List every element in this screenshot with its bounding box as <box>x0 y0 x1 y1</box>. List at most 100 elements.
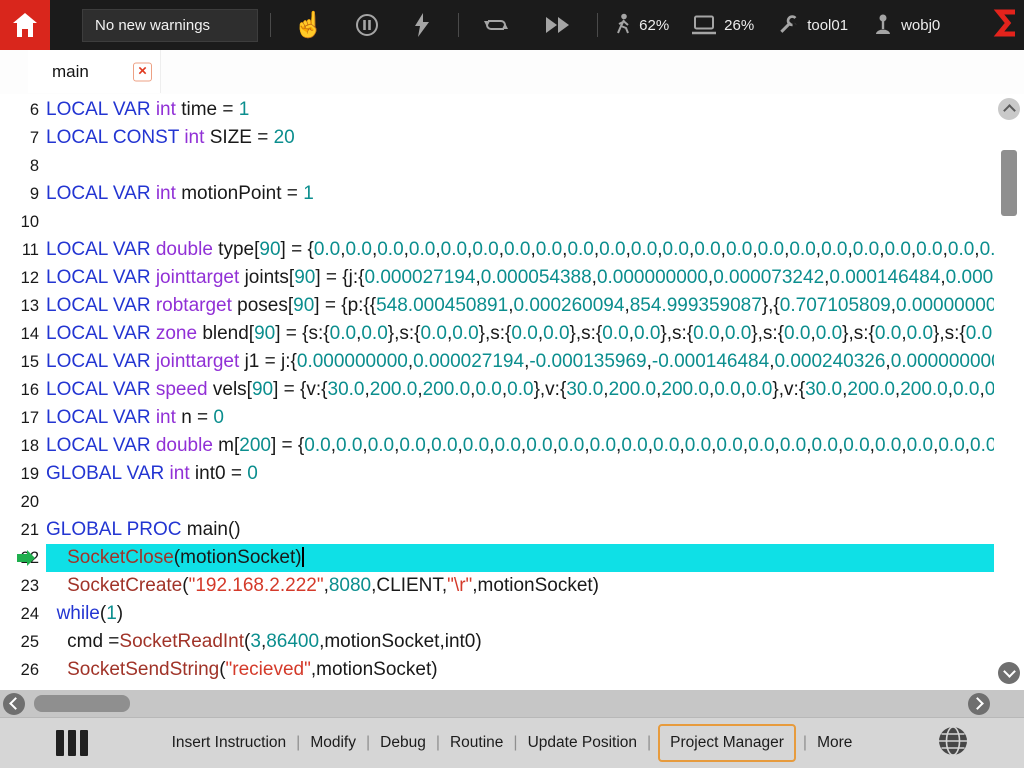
fast-forward-icon[interactable] <box>543 15 573 35</box>
chevron-left-icon <box>9 697 22 710</box>
execution-pointer-icon <box>17 554 27 562</box>
scroll-down-button[interactable] <box>998 662 1020 684</box>
separator <box>270 13 271 37</box>
line-number: 21 <box>0 516 46 544</box>
code-text: LOCAL VAR zone blend[90] = {s:{0.0,0.0},… <box>46 320 994 348</box>
code-line-25[interactable]: 25 cmd =SocketReadInt(3,86400,motionSock… <box>0 628 994 656</box>
code-line-21[interactable]: 21GLOBAL PROC main() <box>0 516 994 544</box>
code-text: GLOBAL PROC main() <box>46 516 994 544</box>
code-line-24[interactable]: 24 while(1) <box>0 600 994 628</box>
horizontal-scroll-thumb[interactable] <box>34 695 130 712</box>
line-number: 6 <box>0 96 46 124</box>
scroll-up-button[interactable] <box>998 98 1020 120</box>
code-editor[interactable]: 6LOCAL VAR int time = 17LOCAL CONST int … <box>0 94 1024 690</box>
line-number: 7 <box>0 124 46 152</box>
line-number: 19 <box>0 460 46 488</box>
brand-logo-icon <box>992 7 1020 44</box>
code-text: LOCAL VAR speed vels[90] = {v:{30.0,200.… <box>46 376 994 404</box>
code-line-8[interactable]: 8 <box>0 152 994 180</box>
line-number: 8 <box>0 152 46 180</box>
line-number: 25 <box>0 628 46 656</box>
line-number: 11 <box>0 236 46 264</box>
line-number: 23 <box>0 572 46 600</box>
code-text: SocketSendString("recieved",motionSocket… <box>46 656 994 684</box>
line-number: 17 <box>0 404 46 432</box>
menu-debug[interactable]: Debug <box>375 734 431 752</box>
code-area: 6LOCAL VAR int time = 17LOCAL CONST int … <box>0 96 994 690</box>
keyboard-icon[interactable] <box>56 730 88 756</box>
code-text <box>46 488 994 516</box>
tool-indicator[interactable]: tool01 <box>776 13 848 37</box>
tool-label: tool01 <box>807 17 848 34</box>
menu-routine[interactable]: Routine <box>445 734 508 752</box>
code-text: SocketClose(motionSocket) <box>46 544 994 572</box>
code-line-10[interactable]: 10 <box>0 208 994 236</box>
code-line-9[interactable]: 9LOCAL VAR int motionPoint = 1 <box>0 180 994 208</box>
wobj-label: wobj0 <box>901 17 940 34</box>
menu-insert-instruction[interactable]: Insert Instruction <box>167 734 292 752</box>
menu-more[interactable]: More <box>812 734 857 752</box>
vertical-scroll-thumb[interactable] <box>1001 150 1017 216</box>
code-text: LOCAL VAR double type[90] = {0.0,0.0,0.0… <box>46 236 994 264</box>
code-line-14[interactable]: 14LOCAL VAR zone blend[90] = {s:{0.0,0.0… <box>0 320 994 348</box>
code-line-23[interactable]: 23 SocketCreate("192.168.2.222",8080,CLI… <box>0 572 994 600</box>
code-text: LOCAL VAR double m[200] = {0.0,0.0,0.0,0… <box>46 432 994 460</box>
menu-modify[interactable]: Modify <box>305 734 361 752</box>
speed-ratio-indicator[interactable]: 62% <box>614 13 669 37</box>
chevron-down-icon <box>1003 665 1016 678</box>
code-text: cmd =SocketReadInt(3,86400,motionSocket,… <box>46 628 994 656</box>
load-indicator[interactable]: 26% <box>691 14 754 36</box>
chevron-up-icon <box>1003 104 1016 117</box>
code-text: LOCAL VAR jointtarget joints[90] = {j:{0… <box>46 264 994 292</box>
warning-text: No new warnings <box>95 17 210 34</box>
wobj-indicator[interactable]: wobj0 <box>872 13 940 37</box>
code-line-6[interactable]: 6LOCAL VAR int time = 1 <box>0 96 994 124</box>
code-line-17[interactable]: 17LOCAL VAR int n = 0 <box>0 404 994 432</box>
code-text: LOCAL VAR int time = 1 <box>46 96 994 124</box>
menu-project-manager[interactable]: Project Manager <box>658 724 796 762</box>
line-number: 14 <box>0 320 46 348</box>
code-line-20[interactable]: 20 <box>0 488 994 516</box>
code-line-26[interactable]: 26 SocketSendString("recieved",motionSoc… <box>0 656 994 684</box>
line-number: 15 <box>0 348 46 376</box>
horizontal-scrollbar[interactable] <box>0 690 1024 717</box>
code-line-15[interactable]: 15LOCAL VAR jointtarget j1 = j:{0.000000… <box>0 348 994 376</box>
globe-icon[interactable] <box>936 724 970 763</box>
vertical-scrollbar[interactable] <box>994 94 1024 690</box>
pause-icon[interactable] <box>354 12 380 38</box>
code-text <box>46 208 994 236</box>
scroll-right-button[interactable] <box>968 693 990 715</box>
tab-label: main <box>52 62 89 82</box>
top-status-bar: No new warnings ☝ <box>0 0 1024 50</box>
code-text: LOCAL CONST int SIZE = 20 <box>46 124 994 152</box>
walking-person-icon <box>614 13 632 37</box>
warning-status[interactable]: No new warnings <box>82 9 258 42</box>
load-percent: 26% <box>724 17 754 34</box>
code-line-22[interactable]: 22 SocketClose(motionSocket) <box>0 544 994 572</box>
menu-update-position[interactable]: Update Position <box>523 734 642 752</box>
code-line-11[interactable]: 11LOCAL VAR double type[90] = {0.0,0.0,0… <box>0 236 994 264</box>
line-number: 9 <box>0 180 46 208</box>
app-logo[interactable] <box>0 0 50 50</box>
code-line-7[interactable]: 7LOCAL CONST int SIZE = 20 <box>0 124 994 152</box>
home-icon <box>10 10 40 40</box>
code-text: LOCAL VAR int n = 0 <box>46 404 994 432</box>
code-line-12[interactable]: 12LOCAL VAR jointtarget joints[90] = {j:… <box>0 264 994 292</box>
code-line-19[interactable]: 19GLOBAL VAR int int0 = 0 <box>0 460 994 488</box>
code-line-13[interactable]: 13LOCAL VAR robtarget poses[90] = {p:{{5… <box>0 292 994 320</box>
hand-guide-icon[interactable]: ☝ <box>293 13 324 38</box>
tab-main[interactable]: main × <box>28 50 161 93</box>
speed-percent: 62% <box>639 17 669 34</box>
line-number: 18 <box>0 432 46 460</box>
tab-close-icon[interactable]: × <box>133 62 152 81</box>
bottom-toolbar: Insert Instruction | Modify | Debug | Ro… <box>0 717 1024 768</box>
lightning-icon[interactable] <box>412 12 432 38</box>
code-line-18[interactable]: 18LOCAL VAR double m[200] = {0.0,0.0,0.0… <box>0 432 994 460</box>
loop-mode-icon[interactable] <box>481 13 511 37</box>
code-text: LOCAL VAR int motionPoint = 1 <box>46 180 994 208</box>
code-text: LOCAL VAR jointtarget j1 = j:{0.00000000… <box>46 348 994 376</box>
code-line-16[interactable]: 16LOCAL VAR speed vels[90] = {v:{30.0,20… <box>0 376 994 404</box>
scroll-left-button[interactable] <box>3 693 25 715</box>
code-text: SocketCreate("192.168.2.222",8080,CLIENT… <box>46 572 994 600</box>
code-text: LOCAL VAR robtarget poses[90] = {p:{{548… <box>46 292 994 320</box>
